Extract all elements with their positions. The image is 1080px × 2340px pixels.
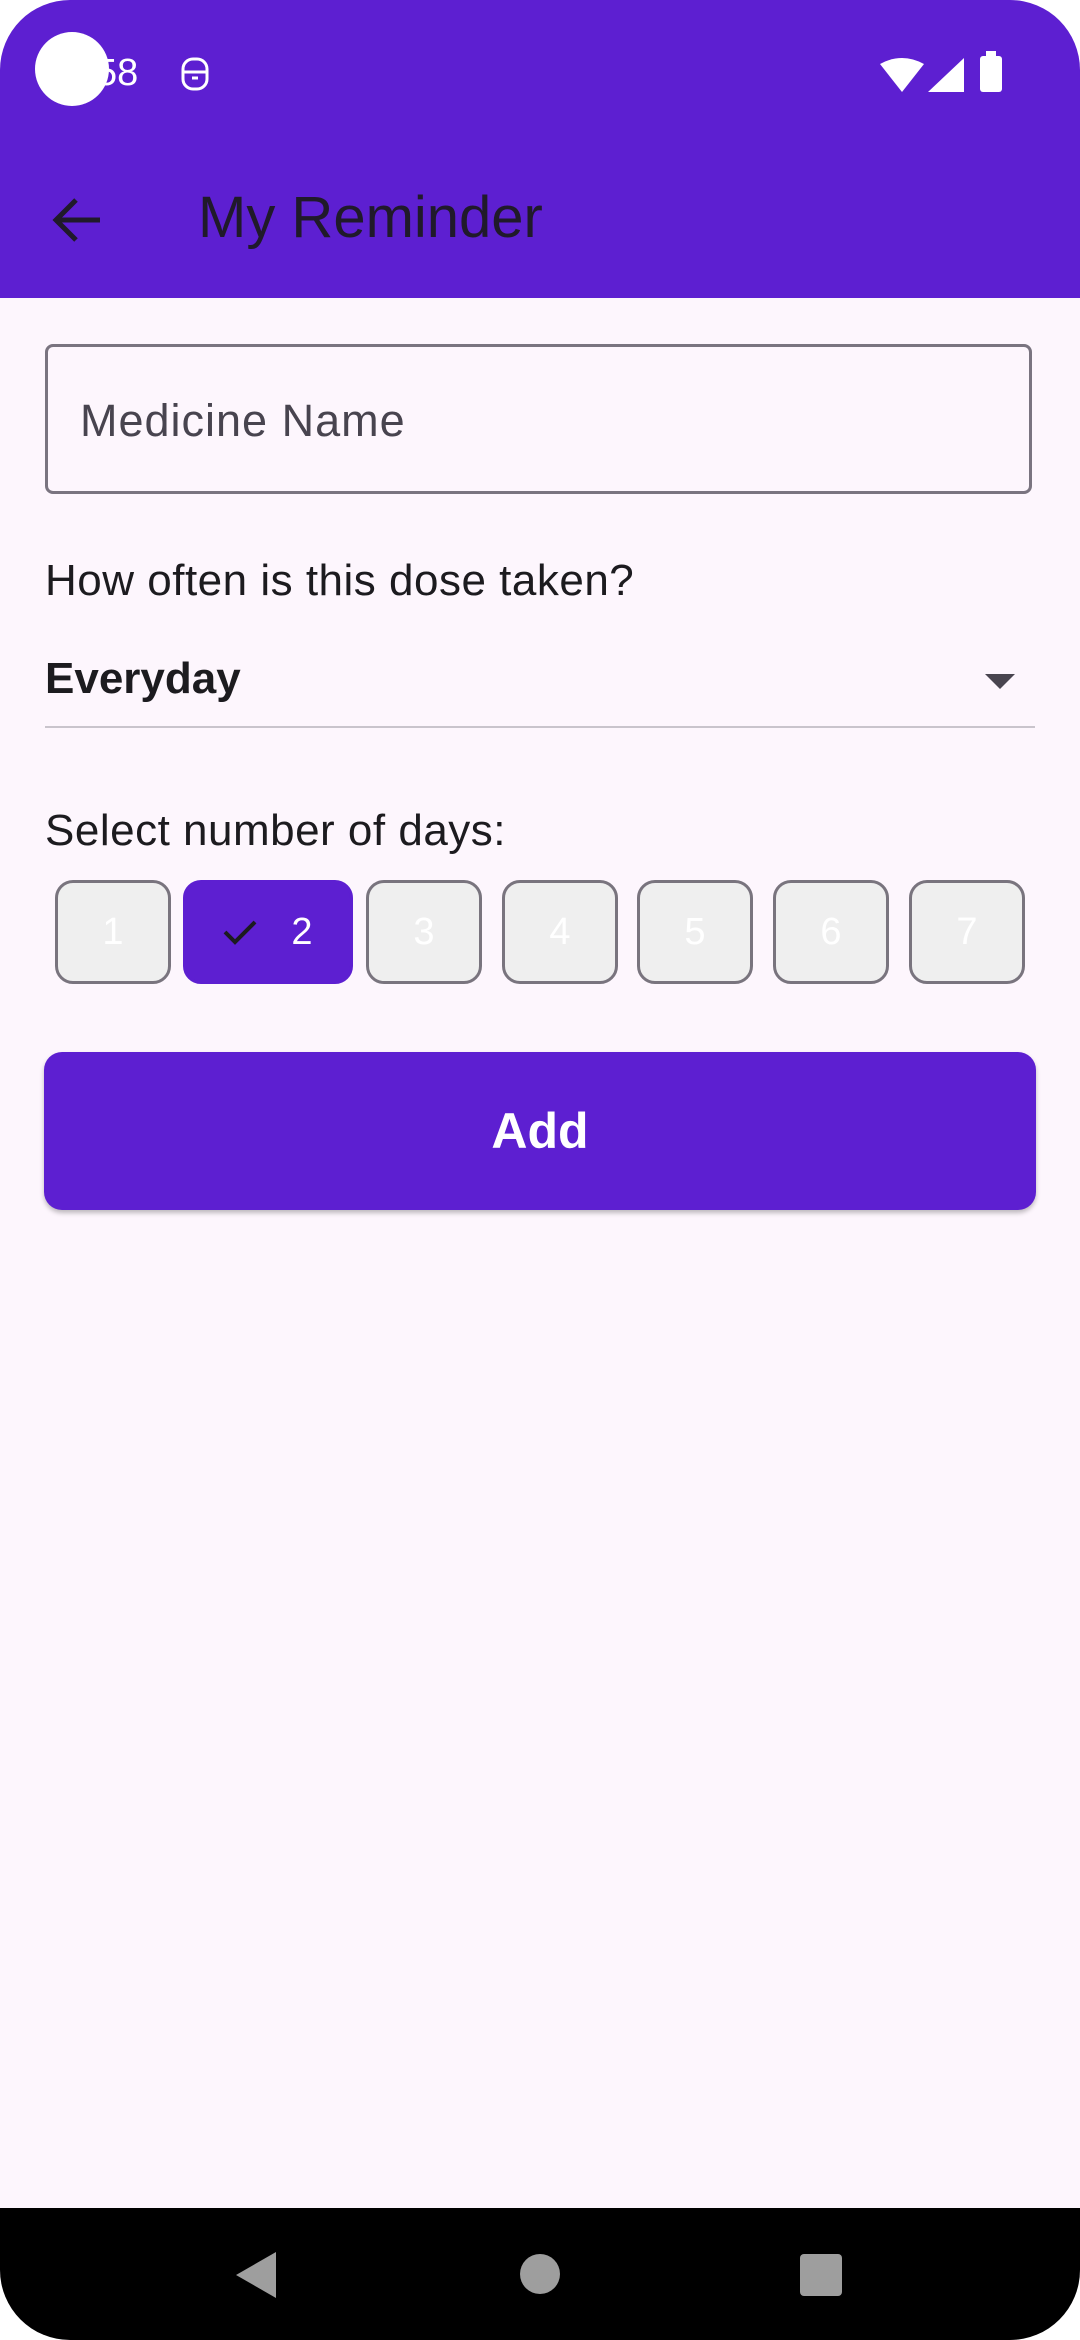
day-chip-1[interactable]: 1 [55, 880, 171, 984]
phone-screen: 58 My Reminder Medicine Name How often i… [0, 0, 1080, 2340]
app-bar: 58 My Reminder [0, 0, 1080, 298]
frequency-dropdown[interactable]: Everyday [45, 642, 1035, 728]
signal-icon [928, 58, 964, 92]
status-bar: 58 [0, 0, 1080, 150]
day-chip-label: 3 [413, 910, 435, 953]
dropdown-caret-icon [985, 674, 1015, 689]
nav-home-icon[interactable] [520, 2254, 560, 2294]
wifi-icon [880, 58, 924, 92]
day-chip-6[interactable]: 6 [773, 880, 889, 984]
day-chip-5[interactable]: 5 [637, 880, 753, 984]
back-arrow-icon[interactable] [48, 190, 108, 250]
day-chip-3[interactable]: 3 [366, 880, 482, 984]
nav-recents-icon[interactable] [800, 2254, 842, 2296]
medicine-name-field[interactable]: Medicine Name [45, 344, 1032, 494]
medicine-name-placeholder: Medicine Name [80, 395, 406, 446]
day-chip-label: 2 [291, 910, 313, 953]
page-title: My Reminder [198, 185, 543, 250]
day-chip-label: 4 [549, 910, 571, 953]
nav-back-icon[interactable] [236, 2252, 276, 2298]
days-label: Select number of days: [45, 806, 507, 855]
day-chip-label: 5 [684, 910, 706, 953]
system-nav-bar [0, 2208, 1080, 2340]
status-time: 58 [96, 52, 139, 94]
notification-icon [181, 57, 209, 91]
day-chip-label: 6 [820, 910, 842, 953]
frequency-question: How often is this dose taken? [45, 556, 635, 605]
day-chip-label: 7 [956, 910, 978, 953]
day-chip-4[interactable]: 4 [502, 880, 618, 984]
day-chip-2[interactable]: 2 [183, 880, 353, 984]
day-chip-label: 1 [102, 910, 124, 953]
day-chip-7[interactable]: 7 [909, 880, 1025, 984]
battery-icon [980, 51, 1002, 92]
add-button[interactable]: Add [44, 1052, 1036, 1210]
check-icon [224, 920, 257, 945]
frequency-value: Everyday [45, 654, 241, 703]
